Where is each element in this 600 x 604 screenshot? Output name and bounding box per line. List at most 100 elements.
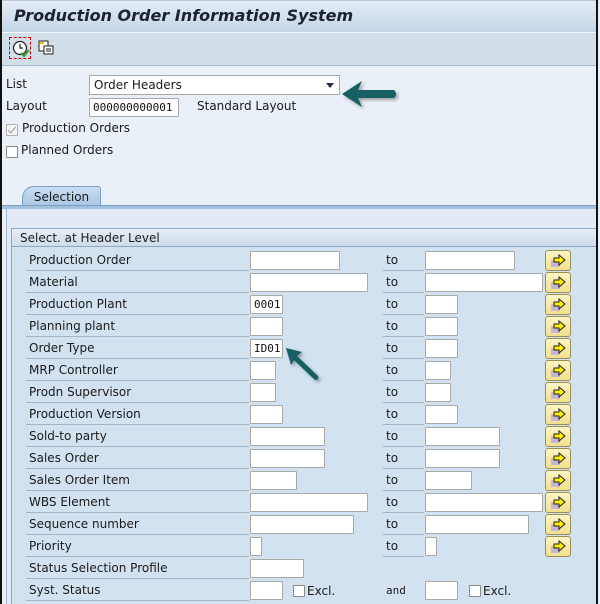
selection-row: Production Version to xyxy=(2,404,600,426)
multiple-selection-button[interactable] xyxy=(545,448,571,469)
from-input[interactable] xyxy=(250,317,283,336)
execute-button[interactable] xyxy=(9,37,31,59)
multiple-selection-button[interactable] xyxy=(545,294,571,315)
selection-row: WBS Element to xyxy=(2,492,600,514)
from-input[interactable] xyxy=(250,515,354,534)
multiple-selection-button[interactable] xyxy=(545,360,571,381)
to-input[interactable] xyxy=(425,405,458,424)
to-label: to xyxy=(383,339,424,359)
from-input[interactable] xyxy=(250,559,304,578)
multiple-selection-button[interactable] xyxy=(545,514,571,535)
to-label: to xyxy=(383,427,424,447)
from-input[interactable] xyxy=(250,251,340,270)
to-input[interactable] xyxy=(425,537,437,556)
selection-row: Order Type ID01 to xyxy=(2,338,600,360)
production-orders-checkbox[interactable] xyxy=(6,124,18,136)
to-input[interactable] xyxy=(425,251,515,270)
field-label: Production Version xyxy=(26,405,249,425)
from-input[interactable] xyxy=(250,493,368,512)
list-label: List xyxy=(6,77,27,91)
field-label: Sold-to party xyxy=(26,427,249,447)
selection-row: Sales Order to xyxy=(2,448,600,470)
chevron-down-icon[interactable] xyxy=(326,83,334,88)
to-input[interactable] xyxy=(425,339,458,358)
selection-row: Planning plant to xyxy=(2,316,600,338)
from-input[interactable]: 0001 xyxy=(250,295,283,314)
annotation-arrow-list xyxy=(342,81,396,107)
to-input[interactable] xyxy=(425,317,458,336)
field-label: WBS Element xyxy=(26,493,249,513)
arrow-right-icon xyxy=(551,320,566,333)
to-input[interactable] xyxy=(425,273,543,292)
from-input[interactable] xyxy=(250,383,276,402)
selection-row: Status Selection Profile xyxy=(2,558,600,580)
planned-orders-checkbox[interactable] xyxy=(6,146,18,158)
selection-row: Sequence number to xyxy=(2,514,600,536)
multiple-selection-button[interactable] xyxy=(545,338,571,359)
exclude-checkbox-1[interactable] xyxy=(293,585,305,597)
to-input[interactable] xyxy=(425,449,500,468)
to-input[interactable] xyxy=(425,295,458,314)
to-input[interactable] xyxy=(425,427,500,446)
multiple-selection-button[interactable] xyxy=(545,404,571,425)
arrow-right-icon xyxy=(551,386,566,399)
from-input[interactable] xyxy=(250,427,325,446)
to-input[interactable] xyxy=(425,383,451,402)
arrow-right-icon xyxy=(551,364,566,377)
to-input[interactable] xyxy=(425,361,451,380)
to-label: to xyxy=(383,405,424,425)
field-label: Status Selection Profile xyxy=(26,559,249,579)
to-label: to xyxy=(383,493,424,513)
selection-row: Prodn Supervisor to xyxy=(2,382,600,404)
arrow-right-icon xyxy=(551,474,566,487)
selection-row: Production Plant 0001 to xyxy=(2,294,600,316)
multiple-selection-button[interactable] xyxy=(545,492,571,513)
multiple-selection-button[interactable] xyxy=(545,316,571,337)
to-input[interactable] xyxy=(425,515,529,534)
arrow-right-icon xyxy=(551,342,566,355)
to-label: to xyxy=(383,537,424,557)
multiple-selection-button[interactable] xyxy=(545,536,571,557)
from-input[interactable]: ID01 xyxy=(250,339,283,358)
selection-row: Production Order to xyxy=(2,250,600,272)
multiple-selection-button[interactable] xyxy=(545,470,571,491)
to-input[interactable] xyxy=(425,471,472,490)
from-input[interactable] xyxy=(250,361,276,380)
field-label: Sales Order xyxy=(26,449,249,469)
multiple-selection-button[interactable] xyxy=(545,382,571,403)
list-dropdown[interactable]: Order Headers xyxy=(89,75,340,95)
arrow-right-icon xyxy=(551,298,566,311)
selection-row: Sales Order Item to xyxy=(2,470,600,492)
from-input[interactable] xyxy=(250,581,283,600)
get-variant-button[interactable] xyxy=(35,37,57,59)
application-toolbar xyxy=(2,33,596,66)
field-label: Sales Order Item xyxy=(26,471,249,491)
tab-selection[interactable]: Selection xyxy=(22,186,101,207)
layout-description: Standard Layout xyxy=(197,99,297,113)
field-label: Order Type xyxy=(26,339,249,359)
from-input[interactable] xyxy=(250,471,297,490)
from-input[interactable] xyxy=(250,537,262,556)
to-label: to xyxy=(383,295,424,315)
layout-input[interactable]: 000000000001 xyxy=(89,98,179,117)
status-input-2[interactable] xyxy=(425,581,458,600)
to-label: to xyxy=(383,471,424,491)
arrow-right-icon xyxy=(551,518,566,531)
from-input[interactable] xyxy=(250,449,325,468)
selection-row: Syst. Status Excl. and Excl. xyxy=(2,580,600,602)
multiple-selection-button[interactable] xyxy=(545,272,571,293)
list-dropdown-value: Order Headers xyxy=(94,78,182,92)
from-input[interactable] xyxy=(250,405,283,424)
field-label: Material xyxy=(26,273,249,293)
to-input[interactable] xyxy=(425,493,543,512)
multiple-selection-button[interactable] xyxy=(545,426,571,447)
arrow-right-icon xyxy=(551,276,566,289)
multiple-selection-button[interactable] xyxy=(545,250,571,271)
to-label: to xyxy=(383,383,424,403)
field-label: Production Order xyxy=(26,251,249,271)
layout-label: Layout xyxy=(6,99,47,113)
to-label: to xyxy=(383,361,424,381)
from-input[interactable] xyxy=(250,273,368,292)
exclude-checkbox-2[interactable] xyxy=(469,585,481,597)
arrow-right-icon xyxy=(551,254,566,267)
